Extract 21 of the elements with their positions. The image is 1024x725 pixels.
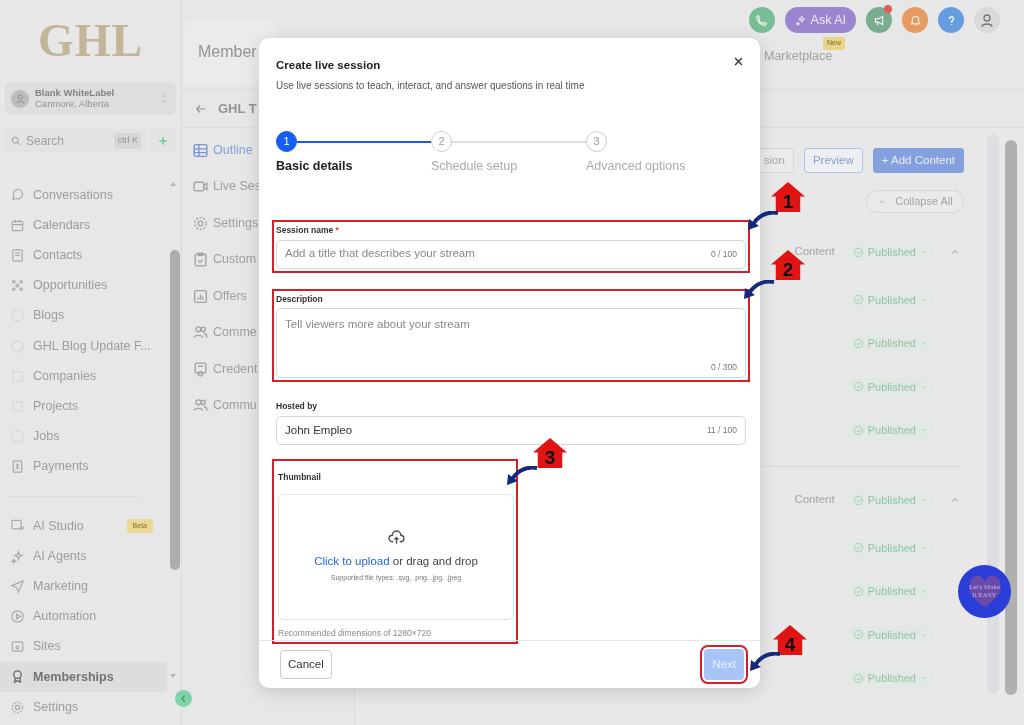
field-label: Thumbnail (278, 471, 322, 484)
field-label: Hosted by (276, 401, 318, 412)
character-counter: 0 / 300 (711, 360, 737, 374)
course-title: GHL T (218, 99, 257, 118)
modal-subtitle: Use live sessions to teach, interact, and answer questions in real time (276, 79, 586, 93)
step-label: Basic details (276, 158, 354, 175)
character-counter: 0 / 100 (711, 247, 737, 261)
dimensions-hint: Recommended dimensions of 1280×720 (278, 626, 432, 640)
shortcut-key: ctrl K (114, 133, 141, 149)
field-label: Session name (276, 224, 334, 235)
step-label: Advanced options (586, 158, 687, 175)
upload-text: Click to upload or drag and drop (314, 553, 478, 569)
account-location: Canmore, Alberta (35, 98, 110, 109)
required-mark: * (335, 224, 339, 235)
section-label: Content (794, 492, 835, 508)
modal-title: Create live session (276, 58, 381, 73)
field-label: Description (276, 293, 323, 304)
section-label: Content (794, 244, 835, 260)
step-label: Schedule setup (431, 158, 519, 175)
character-counter: 11 / 100 (706, 424, 737, 437)
account-name: Blank WhiteLabel (35, 88, 115, 99)
